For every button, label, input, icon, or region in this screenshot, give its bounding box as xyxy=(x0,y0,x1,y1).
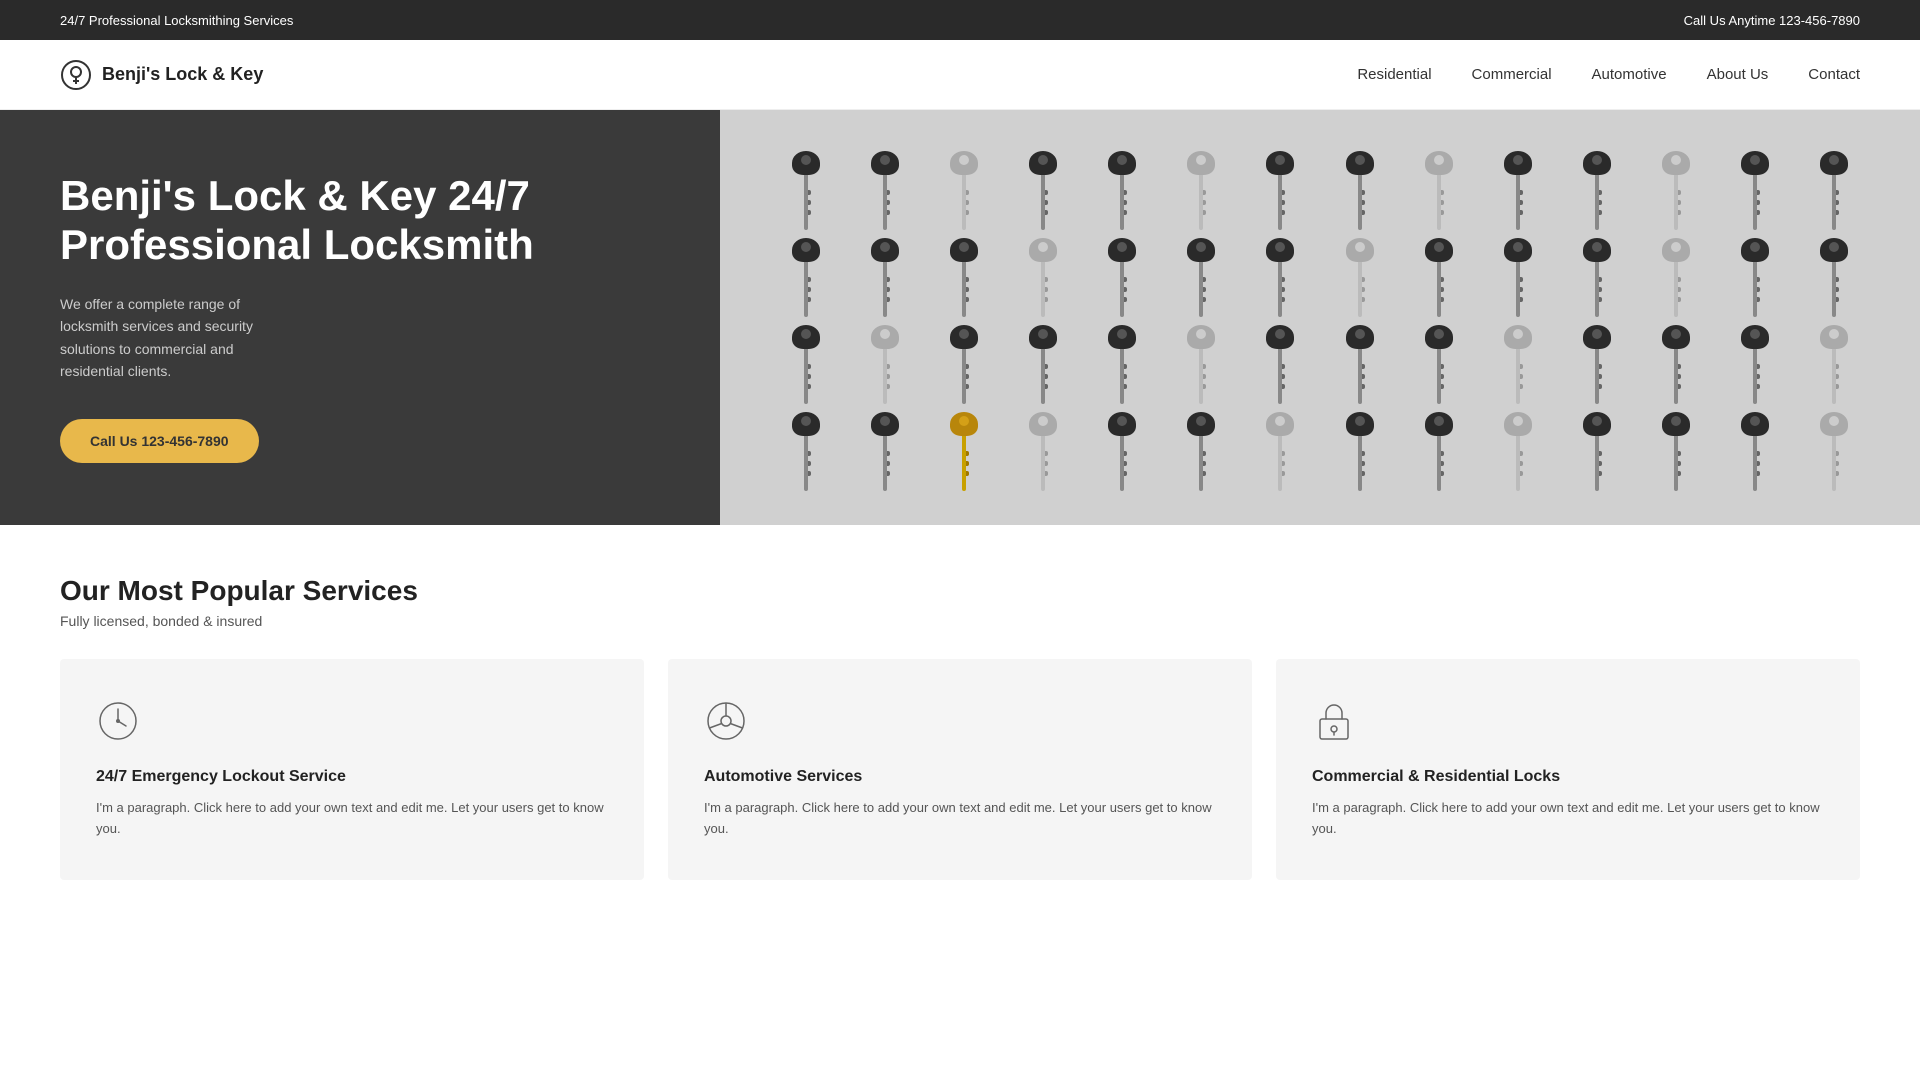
hero-content: Benji's Lock & Key 24/7 Professional Loc… xyxy=(60,172,660,462)
key xyxy=(1324,238,1395,317)
top-bar-right: Call Us Anytime 123-456-7890 xyxy=(1684,13,1860,28)
key xyxy=(1641,238,1712,317)
key xyxy=(1007,325,1078,404)
key xyxy=(1641,151,1712,230)
header: Benji's Lock & Key Residential Commercia… xyxy=(0,40,1920,110)
service-desc-emergency: I'm a paragraph. Click here to add your … xyxy=(96,798,608,840)
hero-left: Benji's Lock & Key 24/7 Professional Loc… xyxy=(0,110,720,525)
key xyxy=(849,151,920,230)
key xyxy=(1166,151,1237,230)
services-subtitle: Fully licensed, bonded & insured xyxy=(60,613,1860,629)
key xyxy=(849,325,920,404)
key xyxy=(1482,325,1553,404)
key xyxy=(1245,412,1316,491)
key xyxy=(1561,412,1632,491)
key xyxy=(1641,325,1712,404)
key xyxy=(1403,238,1474,317)
lock-icon xyxy=(1312,699,1356,743)
services-header: Our Most Popular Services Fully licensed… xyxy=(60,575,1860,629)
cta-button[interactable]: Call Us 123-456-7890 xyxy=(60,419,259,463)
service-title-emergency: 24/7 Emergency Lockout Service xyxy=(96,768,608,786)
clock-icon xyxy=(96,699,140,743)
logo-text: Benji's Lock & Key xyxy=(102,64,263,85)
key xyxy=(1799,412,1870,491)
key xyxy=(1799,238,1870,317)
services-title: Our Most Popular Services xyxy=(60,575,1860,607)
keys-grid xyxy=(750,131,1890,505)
key xyxy=(1561,238,1632,317)
key xyxy=(1245,151,1316,230)
key xyxy=(1561,151,1632,230)
key xyxy=(1166,412,1237,491)
key xyxy=(1799,151,1870,230)
key-gold xyxy=(928,412,999,491)
top-bar-left: 24/7 Professional Locksmithing Services xyxy=(60,13,293,28)
nav-item-automotive[interactable]: Automotive xyxy=(1592,66,1667,83)
key xyxy=(1641,412,1712,491)
service-title-automotive: Automotive Services xyxy=(704,768,1216,786)
key xyxy=(1482,412,1553,491)
key xyxy=(849,238,920,317)
service-card-emergency: 24/7 Emergency Lockout Service I'm a par… xyxy=(60,659,644,880)
key xyxy=(1087,325,1158,404)
key xyxy=(1007,151,1078,230)
key xyxy=(770,151,841,230)
key xyxy=(928,325,999,404)
key xyxy=(1720,151,1791,230)
key xyxy=(1245,238,1316,317)
hero-section: Benji's Lock & Key 24/7 Professional Loc… xyxy=(0,110,1920,525)
key xyxy=(770,412,841,491)
key xyxy=(1087,151,1158,230)
nav-item-about[interactable]: About Us xyxy=(1707,66,1769,83)
key xyxy=(1720,325,1791,404)
service-desc-commercial: I'm a paragraph. Click here to add your … xyxy=(1312,798,1824,840)
hero-right xyxy=(720,110,1920,525)
key xyxy=(1403,151,1474,230)
service-title-commercial: Commercial & Residential Locks xyxy=(1312,768,1824,786)
key xyxy=(928,151,999,230)
hero-title: Benji's Lock & Key 24/7 Professional Loc… xyxy=(60,172,660,269)
top-bar: 24/7 Professional Locksmithing Services … xyxy=(0,0,1920,40)
key xyxy=(1324,325,1395,404)
key xyxy=(770,325,841,404)
key xyxy=(1166,325,1237,404)
keys-image xyxy=(720,110,1920,525)
key xyxy=(1166,238,1237,317)
key xyxy=(1087,412,1158,491)
nav-item-residential[interactable]: Residential xyxy=(1357,66,1431,83)
key xyxy=(1561,325,1632,404)
service-card-commercial: Commercial & Residential Locks I'm a par… xyxy=(1276,659,1860,880)
key xyxy=(1403,325,1474,404)
main-nav: Residential Commercial Automotive About … xyxy=(1357,66,1860,83)
hero-description: We offer a complete range of locksmith s… xyxy=(60,293,300,383)
logo[interactable]: Benji's Lock & Key xyxy=(60,59,263,91)
key xyxy=(1324,151,1395,230)
key xyxy=(849,412,920,491)
key xyxy=(1087,238,1158,317)
service-desc-automotive: I'm a paragraph. Click here to add your … xyxy=(704,798,1216,840)
service-card-automotive: Automotive Services I'm a paragraph. Cli… xyxy=(668,659,1252,880)
key xyxy=(1245,325,1316,404)
key xyxy=(1482,238,1553,317)
key xyxy=(1720,412,1791,491)
steering-wheel-icon xyxy=(704,699,748,743)
key xyxy=(1007,412,1078,491)
key xyxy=(1403,412,1474,491)
key xyxy=(1324,412,1395,491)
key xyxy=(770,238,841,317)
nav-item-commercial[interactable]: Commercial xyxy=(1472,66,1552,83)
key xyxy=(1799,325,1870,404)
services-section: Our Most Popular Services Fully licensed… xyxy=(0,525,1920,930)
logo-icon xyxy=(60,59,92,91)
key xyxy=(1720,238,1791,317)
nav-item-contact[interactable]: Contact xyxy=(1808,66,1860,83)
key xyxy=(928,238,999,317)
key xyxy=(1482,151,1553,230)
services-grid: 24/7 Emergency Lockout Service I'm a par… xyxy=(60,659,1860,880)
key xyxy=(1007,238,1078,317)
